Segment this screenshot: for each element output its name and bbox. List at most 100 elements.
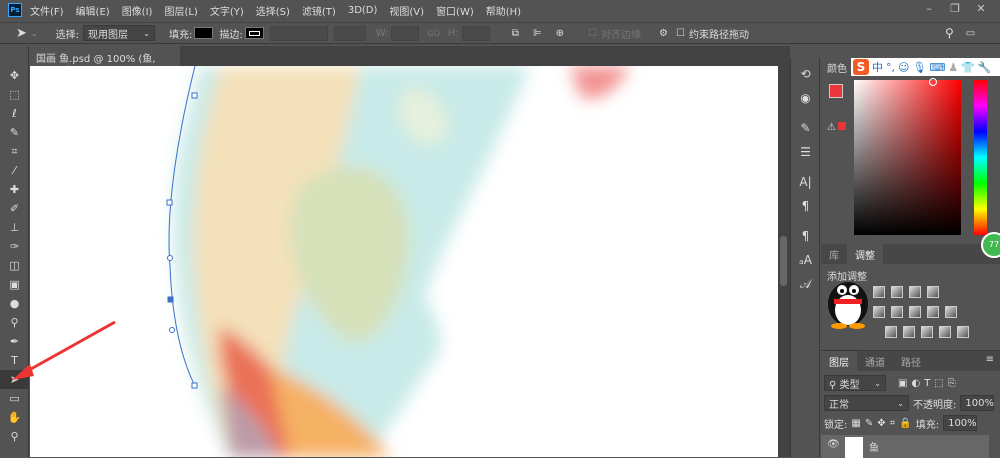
filter-type-icon[interactable]: T [924, 378, 930, 389]
microphone-icon[interactable]: 🎙 [912, 61, 926, 74]
adjustment-icons-row-1[interactable] [873, 286, 939, 298]
paragraph-panel-icon[interactable]: ¶ [791, 194, 820, 218]
menu-help[interactable]: 帮助(H) [486, 3, 521, 18]
visibility-eye-icon[interactable]: 👁 [827, 439, 840, 450]
search-icon[interactable]: ⚲ [945, 26, 954, 40]
height-input[interactable] [461, 25, 490, 41]
fill-value: 100% [948, 417, 977, 429]
hand-tool-icon[interactable]: ✋ [0, 408, 29, 427]
filter-smart-object-icon[interactable]: ⎘ [948, 378, 956, 389]
tab-adjustments[interactable]: 调整 [847, 244, 883, 264]
menu-filter[interactable]: 滤镜(T) [302, 3, 336, 18]
user-icon[interactable]: ♟ [948, 61, 958, 74]
workspace-icon[interactable]: ▭ [966, 28, 975, 39]
lock-position-icon[interactable]: ✥ [877, 418, 885, 429]
panel-menu-icon[interactable]: ≡ [980, 351, 1000, 371]
menu-type[interactable]: 文字(Y) [210, 3, 244, 18]
document-canvas[interactable] [30, 66, 778, 457]
fill-swatch[interactable] [194, 27, 214, 39]
marquee-tool-icon[interactable]: ⬚ [0, 85, 29, 104]
filter-adjustment-icon[interactable]: ◐ [911, 378, 920, 389]
adjustment-icons-row-2[interactable] [873, 306, 957, 318]
constrain-checkbox[interactable]: ☐ [676, 28, 685, 39]
healing-tool-icon[interactable]: ✚ [0, 180, 29, 199]
link-icon[interactable]: GO [427, 29, 440, 38]
menu-select[interactable]: 选择(S) [256, 3, 290, 18]
document-tab[interactable]: 国画 鱼.psd @ 100% (鱼, RGB/8) * × [30, 46, 180, 76]
fill-input[interactable]: 100% [943, 415, 978, 431]
close-button[interactable]: ✕ [966, 2, 996, 16]
character-styles-icon[interactable]: ₐA [791, 248, 820, 272]
tab-paths[interactable]: 路径 [893, 351, 929, 371]
right-panels: 颜色 S 中 °, ☺ 🎙 ⌨ ♟ 👕 🔧 ⚠ 库调整 添加调整 77 图层 通道… [821, 58, 1000, 458]
filter-pixel-icon[interactable]: ▣ [898, 378, 907, 389]
opacity-input[interactable]: 100% [960, 395, 995, 411]
layer-name: 鱼 [869, 443, 879, 454]
stamp-tool-icon[interactable]: ⊥ [0, 218, 29, 237]
menu-layer[interactable]: 图层(L) [164, 3, 197, 18]
lasso-tool-icon[interactable]: ℓ [0, 104, 29, 123]
width-input[interactable] [391, 25, 420, 41]
lock-all-icon[interactable]: 🔒 [899, 418, 911, 429]
eraser-tool-icon[interactable]: ◫ [0, 256, 29, 275]
glyphs-icon[interactable]: 𝒜 [791, 272, 820, 296]
eyedropper-tool-icon[interactable]: ⁄ [0, 161, 29, 180]
foreground-color-swatch[interactable] [829, 84, 843, 98]
vertical-scrollbar[interactable] [778, 66, 790, 457]
tab-layers[interactable]: 图层 [821, 351, 857, 371]
path-operations-icon[interactable]: ⧉ [512, 28, 519, 39]
lock-artboard-icon[interactable]: ⌗ [890, 418, 896, 429]
crop-tool-icon[interactable]: ⌗ [0, 142, 29, 161]
quick-select-tool-icon[interactable]: ✎ [0, 123, 29, 142]
history-panel-icon[interactable]: ⟲ [791, 62, 820, 86]
hue-slider[interactable] [974, 80, 987, 235]
tab-libraries[interactable]: 库 [821, 244, 847, 264]
paragraph-styles-icon[interactable]: ¶ [791, 224, 820, 248]
lock-transparency-icon[interactable]: ▦ [851, 418, 860, 429]
layer-row[interactable]: 👁 鱼 [821, 435, 989, 458]
skin-icon[interactable]: 👕 [961, 61, 975, 74]
blend-mode-dropdown[interactable]: 正常 ⌄ [824, 395, 909, 411]
color-field[interactable] [854, 78, 961, 235]
menu-image[interactable]: 图像(I) [122, 3, 153, 18]
settings-icon[interactable]: 🔧 [978, 61, 992, 74]
stroke-type-dropdown[interactable] [333, 25, 366, 41]
keyboard-icon[interactable]: ⌨ [929, 61, 945, 74]
rectangle-tool-icon[interactable]: ▭ [0, 389, 29, 408]
gradient-tool-icon[interactable]: ▣ [0, 275, 29, 294]
ime-chinese-toggle[interactable]: 中 [872, 59, 883, 75]
3d-panel-icon[interactable]: ◉ [791, 86, 820, 110]
menu-window[interactable]: 窗口(W) [436, 3, 474, 18]
properties-icon[interactable]: ☰ [791, 140, 820, 164]
emoji-icon[interactable]: ☺ [898, 61, 909, 74]
character-panel-icon[interactable]: A| [791, 170, 820, 194]
path-arrangement-icon[interactable]: ⊕ [556, 28, 564, 39]
lock-pixels-icon[interactable]: ✎ [865, 418, 873, 429]
menu-file[interactable]: 文件(F) [30, 3, 64, 18]
zoom-tool-icon[interactable]: ⚲ [0, 427, 29, 446]
color-picker-handle[interactable] [929, 78, 937, 86]
adjustment-icons-row-3[interactable] [885, 326, 969, 338]
move-tool-icon[interactable]: ✥ [0, 66, 29, 85]
brush-settings-icon[interactable]: ✎ [791, 116, 820, 140]
path-alignment-icon[interactable]: ⊫ [533, 28, 542, 39]
gear-icon[interactable]: ⚙ [659, 28, 668, 39]
chevron-down-icon[interactable]: ⌄ [31, 29, 38, 38]
menu-view[interactable]: 视图(V) [389, 3, 424, 18]
menu-edit[interactable]: 编辑(E) [76, 3, 110, 18]
menu-3d[interactable]: 3D(D) [348, 5, 378, 16]
filter-shape-icon[interactable]: ⬚ [934, 378, 943, 389]
brush-tool-icon[interactable]: ✐ [0, 199, 29, 218]
align-edges-checkbox[interactable]: ☐ [588, 28, 597, 39]
adjustments-panel: 库调整 添加调整 77 [821, 232, 1000, 350]
gamut-warning-icon[interactable]: ⚠ [827, 122, 846, 133]
stroke-width-input[interactable] [269, 25, 328, 41]
tab-channels[interactable]: 通道 [857, 351, 893, 371]
history-brush-icon[interactable]: ✑ [0, 237, 29, 256]
stroke-swatch[interactable] [244, 27, 264, 39]
path-select-tool-icon[interactable]: ➤ [16, 26, 27, 41]
select-dropdown[interactable]: 现用图层 ⌄ [82, 25, 155, 41]
layers-panel: 图层 通道 路径 ≡ ⚲ 类型 ⌄ ▣ ◐ T ⬚ ⎘ 正常 ⌄ 不透明度: 100% 锁… [821, 350, 1000, 458]
layer-filter-dropdown[interactable]: ⚲ 类型 ⌄ [824, 375, 886, 391]
ime-punct-toggle[interactable]: °, [886, 61, 895, 74]
